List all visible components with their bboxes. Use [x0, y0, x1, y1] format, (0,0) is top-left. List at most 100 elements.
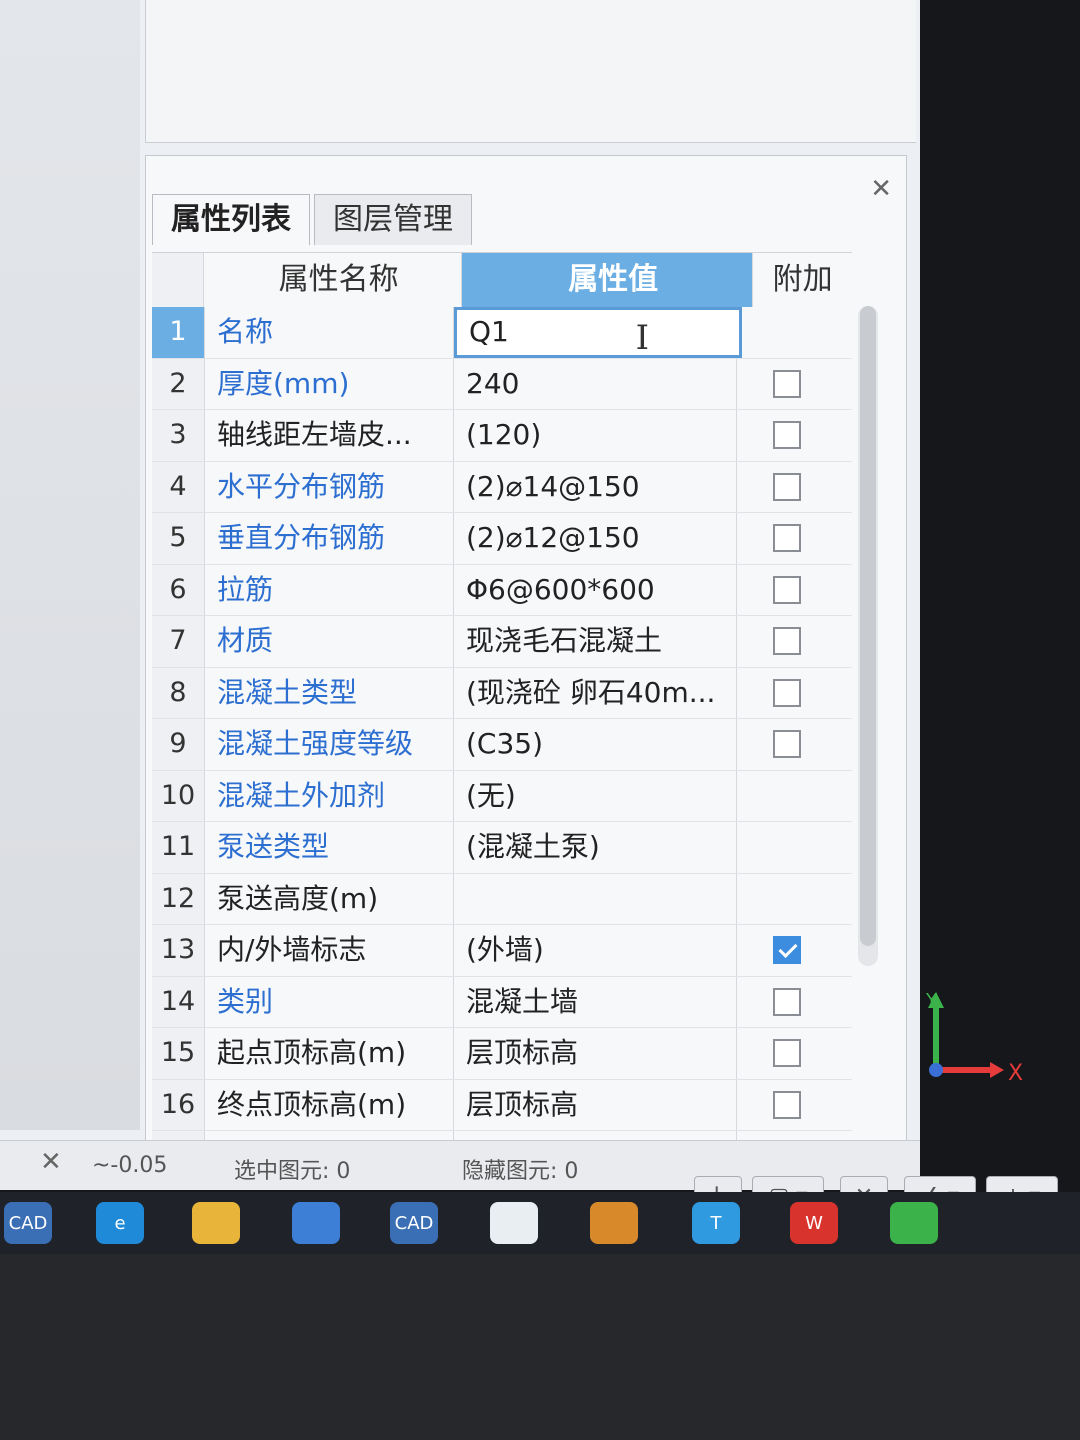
property-value[interactable]: 混凝土墙 [454, 976, 737, 1027]
row-number: 12 [152, 873, 205, 924]
table-row[interactable]: 9 混凝土强度等级 (C35) [152, 719, 852, 771]
row-number: 3 [152, 410, 205, 461]
property-value[interactable] [454, 873, 737, 924]
property-value[interactable]: (2)⌀14@150 [454, 461, 737, 512]
top-canvas [145, 0, 916, 143]
property-value[interactable]: (2)⌀12@150 [454, 513, 737, 564]
x-axis-label: X [1008, 1061, 1023, 1086]
property-name: 泵送高度(m) [205, 873, 454, 924]
app-screen: ✕ 属性列表 图层管理 属性名称 属性值 附加 1 名称 Q1 I 2 厚度(mm) 240… [0, 0, 920, 1190]
close-icon[interactable]: ✕ [870, 174, 892, 204]
property-value[interactable]: 现浇毛石混凝土 [454, 616, 737, 667]
property-value[interactable]: 层顶标高 [454, 1028, 737, 1079]
row-number: 2 [152, 358, 205, 409]
property-value-text: (2)⌀12@150 [466, 521, 640, 554]
tab-property-list[interactable]: 属性列表 [152, 194, 310, 245]
table-row[interactable]: 7 材质 现浇毛石混凝土 [152, 616, 852, 668]
table-row[interactable]: 5 垂直分布钢筋 (2)⌀12@150 [152, 513, 852, 565]
extra-checkbox[interactable] [773, 472, 801, 501]
property-value[interactable]: (120) [454, 410, 737, 461]
scrollbar-thumb[interactable] [860, 306, 876, 946]
extra-cell [737, 771, 837, 822]
table-row[interactable]: 14 类别 混凝土墙 [152, 976, 852, 1028]
extra-checkbox[interactable] [773, 421, 801, 450]
table-row[interactable]: 8 混凝土类型 (现浇砼 卵石40m... [152, 667, 852, 719]
wechat-icon[interactable] [890, 1202, 938, 1244]
header-name: 属性名称 [204, 253, 463, 307]
folder-icon[interactable] [192, 1202, 240, 1244]
table-row[interactable]: 2 厚度(mm) 240 [152, 358, 852, 410]
table-row[interactable]: 16 终点顶标高(m) 层顶标高 [152, 1079, 852, 1131]
table-row[interactable]: 11 泵送类型 (混凝土泵) [152, 822, 852, 874]
scrollbar[interactable] [858, 306, 878, 966]
property-name: 水平分布钢筋 [205, 461, 454, 512]
t-icon[interactable]: T [692, 1202, 740, 1244]
qq-icon[interactable] [490, 1202, 538, 1244]
cloud-icon[interactable] [590, 1202, 638, 1244]
extra-cell [737, 874, 837, 925]
table-row[interactable]: 6 拉筋 Φ6@600*600 [152, 564, 852, 616]
tab-layer-manager[interactable]: 图层管理 [314, 194, 472, 245]
extra-cell [737, 513, 837, 564]
axis-indicator: Y X [925, 990, 1023, 1086]
extra-checkbox[interactable] [773, 1039, 801, 1068]
property-value-text: 现浇毛石混凝土 [466, 624, 663, 657]
row-number: 13 [152, 925, 205, 976]
property-name: 轴线距左墙皮... [205, 410, 454, 461]
extra-cell [737, 1028, 837, 1079]
window-icon[interactable] [292, 1202, 340, 1244]
extra-checkbox[interactable] [773, 678, 801, 707]
extra-checkbox[interactable] [773, 524, 801, 553]
taskbar: CAD e CAD T W [0, 1192, 1080, 1254]
extra-checkbox[interactable] [773, 936, 801, 965]
cad-icon[interactable]: CAD [4, 1202, 52, 1244]
edge-icon[interactable]: e [96, 1202, 144, 1244]
property-name: 垂直分布钢筋 [205, 513, 454, 564]
table-row[interactable]: 13 内/外墙标志 (外墙) [152, 925, 852, 977]
property-value[interactable]: (混凝土泵) [454, 822, 737, 873]
property-value-text: Φ6@600*600 [466, 572, 655, 606]
row-number: 8 [152, 667, 205, 718]
row-number: 16 [152, 1079, 205, 1130]
property-name: 厚度(mm) [205, 358, 454, 409]
property-value-text: (现浇砼 卵石40m... [466, 675, 716, 709]
property-value-text: 混凝土墙 [466, 984, 579, 1018]
extra-checkbox[interactable] [773, 369, 801, 398]
wps-icon[interactable]: W [790, 1202, 838, 1244]
extra-checkbox[interactable] [773, 730, 801, 759]
grid-body: 1 名称 Q1 I 2 厚度(mm) 240 3 轴线距左墙皮... (120) 4 水平分布钢筋 (2… [152, 307, 852, 1190]
property-value[interactable]: Φ6@600*600 [454, 564, 737, 615]
extra-checkbox[interactable] [773, 627, 801, 656]
property-value[interactable]: 240 [454, 358, 737, 409]
coord-readout: ~-0.05 [92, 1153, 168, 1178]
property-value-text: (C35) [466, 727, 544, 760]
property-value[interactable]: (外墙) [454, 925, 737, 976]
row-number: 10 [152, 770, 205, 821]
property-value-text: (120) [466, 418, 542, 451]
text-cursor-icon: I [635, 318, 649, 358]
property-value[interactable]: (现浇砼 卵石40m... [454, 667, 737, 718]
close-icon[interactable]: ✕ [40, 1147, 62, 1177]
table-row[interactable]: 12 泵送高度(m) [152, 873, 852, 925]
row-number: 15 [152, 1028, 205, 1079]
property-name: 终点顶标高(m) [205, 1079, 454, 1130]
table-row[interactable]: 3 轴线距左墙皮... (120) [152, 410, 852, 462]
extra-cell [737, 822, 837, 873]
property-value[interactable]: 层顶标高 [454, 1079, 737, 1130]
property-name: 拉筋 [205, 564, 454, 615]
cad2-icon[interactable]: CAD [390, 1202, 438, 1244]
extra-cell [737, 616, 837, 667]
property-value[interactable]: (无) [454, 770, 737, 821]
table-row[interactable]: 15 起点顶标高(m) 层顶标高 [152, 1028, 852, 1080]
property-value-text: (2)⌀14@150 [466, 469, 640, 503]
row-number: 7 [152, 616, 205, 667]
name-value-input[interactable]: Q1 I [454, 307, 742, 358]
table-row[interactable]: 4 水平分布钢筋 (2)⌀14@150 [152, 461, 852, 513]
property-value[interactable]: (C35) [454, 719, 737, 770]
extra-checkbox[interactable] [773, 987, 801, 1016]
extra-cell [737, 462, 837, 513]
table-row[interactable]: 1 名称 Q1 I [152, 307, 852, 359]
table-row[interactable]: 10 混凝土外加剂 (无) [152, 770, 852, 822]
extra-checkbox[interactable] [773, 575, 801, 604]
extra-checkbox[interactable] [773, 1090, 801, 1119]
